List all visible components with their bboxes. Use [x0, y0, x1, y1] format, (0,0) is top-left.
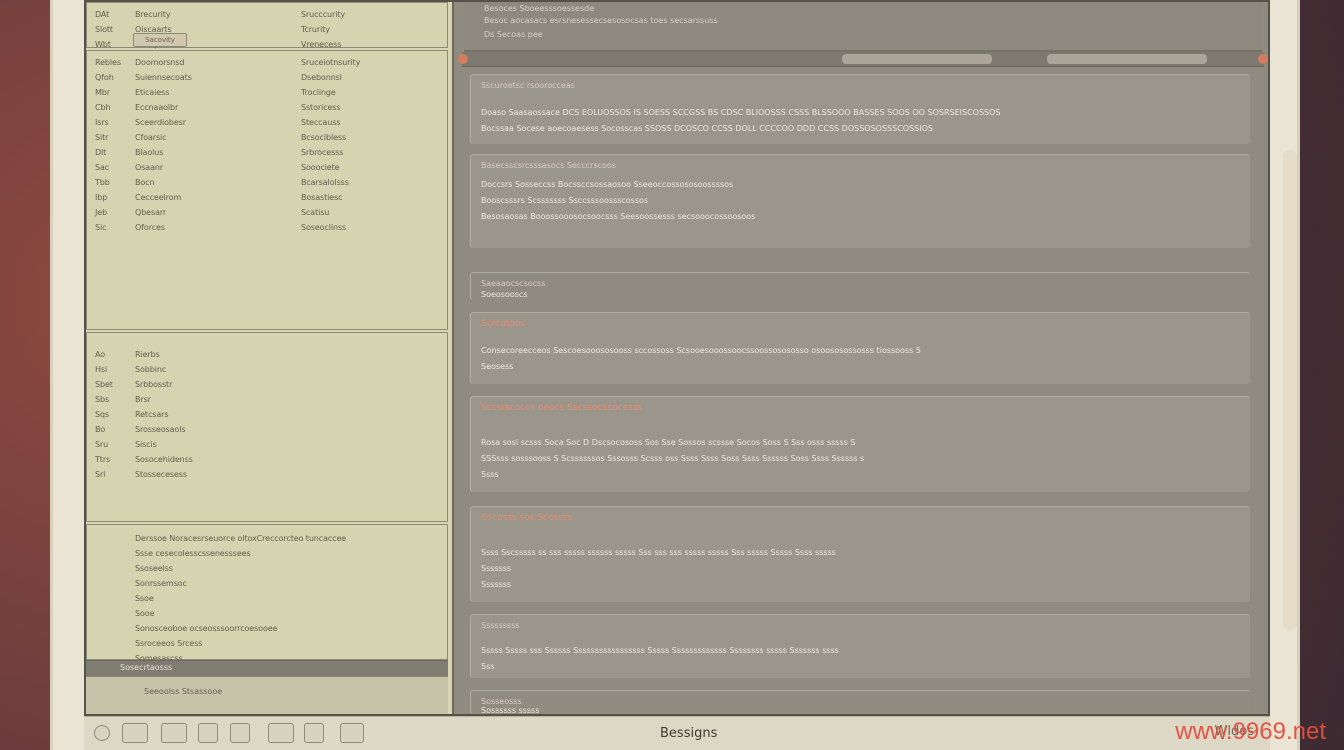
- card-3-text: Soeosooscs: [481, 290, 528, 299]
- card-6-heading: Socosss sos Scossss: [481, 513, 573, 523]
- content-area: Sscuroetsc rsoorocceas Doaso Saasaossace…: [454, 66, 1268, 714]
- app-icon[interactable]: [161, 723, 187, 743]
- monitor-icon[interactable]: [340, 723, 364, 743]
- top-info-panel: DAt Slott Wbt Brecurity Oiscaarts Cdsepc…: [86, 2, 448, 49]
- camera-icon[interactable]: [304, 723, 324, 743]
- card-1-label: Sscuroetsc rsoorocceas: [481, 81, 575, 90]
- card-5-text: Rosa sosi scsss Soca Soc D Dscsocososs S…: [481, 438, 865, 479]
- watermark: www.9969.net: [1175, 718, 1326, 745]
- content-card-3: Saeaaocscsocss Soeosooscs: [470, 272, 1250, 300]
- menu-icon[interactable]: [94, 725, 110, 741]
- close-dot-icon[interactable]: [458, 54, 468, 64]
- left-footer-strip: Seeoolss Stsassooe: [86, 676, 448, 714]
- card-2-text: Doccsrs Sosseccss Bocssccsossaosoo Sseeo…: [481, 180, 756, 221]
- content-card-8: Sosseosss Sossssss sssss: [470, 690, 1250, 714]
- card-4-heading: Scrcutoos: [481, 319, 526, 329]
- panel-2-values: Doomorsnsd Suiennsecoats Eticaiess Eccnaao…: [135, 58, 192, 232]
- panel-4-lines: Derssoe Noracesrseuorce oltoxCreccorcteo…: [135, 534, 347, 663]
- card-7-label: Sssssssss: [481, 621, 520, 630]
- leaf-icon[interactable]: [230, 723, 250, 743]
- panel-3-values: Rierbs Sobbinc Srbbosstr Brsr Retcsars Sros…: [135, 350, 193, 479]
- details-list-panel: Rebles Qfoh Mbr Cbh Isrs Sitr Dlt Sac Tbb Ibp …: [86, 50, 448, 330]
- taskbar: Bessigns Wldos: [84, 716, 1270, 750]
- card-5-heading: Sccsrscocos oeocs Sscssoossocesss: [481, 403, 643, 413]
- content-card-1: Sscuroetsc rsoorocceas Doaso Saasaossace…: [470, 74, 1250, 144]
- card-1-text: Doaso Saasaossace DCS EOLUOSSOS IS SOESS…: [481, 108, 1001, 133]
- selection-panel: ◌ Ao HsiSbetSbs SqsBoSru TtrsSrl Rierbs …: [86, 332, 448, 681]
- header-line-3: Ds Secoas pee: [484, 30, 543, 39]
- notes-panel: Derssoe Noracesrseuorce oltoxCreccorcteo…: [86, 524, 448, 663]
- content-card-6: Socosss sos Scossss Ssss Sscsssss ss sss…: [470, 506, 1250, 602]
- panel-1-button[interactable]: Sacovity: [133, 33, 187, 47]
- close-dot-right-icon[interactable]: [1258, 54, 1268, 64]
- folder-icon[interactable]: [122, 723, 148, 743]
- content-card-2: Basecsscsrcsssasocs Secccrscoos Doccsrs …: [470, 154, 1250, 248]
- tab-pill-2[interactable]: [1047, 54, 1207, 64]
- panel-1-keys: DAt Slott Wbt: [95, 10, 113, 49]
- application-window: DAt Slott Wbt Brecurity Oiscaarts Cdsepc…: [84, 0, 1270, 716]
- content-card-4: Scrcutoos Consecoreecceos Sescoesooososo…: [470, 312, 1250, 384]
- panel-2-keys: Rebles Qfoh Mbr Cbh Isrs Sitr Dlt Sac Tbb Ibp …: [95, 58, 121, 232]
- tab-pill-1[interactable]: [842, 54, 992, 64]
- left-pane: DAt Slott Wbt Brecurity Oiscaarts Cdsepc…: [86, 2, 454, 714]
- window-icon[interactable]: [268, 723, 294, 743]
- content-card-5: Sccsrscocos oeocs Sscssoossocesss Rosa s…: [470, 396, 1250, 492]
- document-icon[interactable]: [198, 723, 218, 743]
- card-2-label: Basecsscsrcsssasocs Secccrscoos: [481, 161, 616, 170]
- card-4-text: Consecoreecceos Sescoesooososooss sccoss…: [481, 346, 921, 371]
- card-7-text: Sssss Sssss sss Ssssss Sssssssssssssssss…: [481, 646, 839, 671]
- monitor-side-bar: [1283, 150, 1297, 630]
- main-panel: Besoces Sboeesssoessesde Besoc aocasacs …: [454, 2, 1268, 714]
- taskbar-label: Bessigns: [660, 726, 718, 741]
- content-card-7: Sssssssss Sssss Sssss sss Ssssss Sssssss…: [470, 614, 1250, 678]
- left-status-text: Sosecrtaosss: [120, 663, 173, 672]
- panel-3-keys: Ao Hsi Sbet Sbs Sqs Bo Sru Ttrs Srl: [95, 350, 113, 479]
- left-status-strip: Sosecrtaosss: [86, 660, 448, 677]
- panel-1-values-right: Srucccurity Tcrurity Vrenecess: [301, 10, 345, 49]
- tab-strip[interactable]: [458, 52, 1268, 67]
- left-footer-text: Seeoolss Stsassooe: [144, 687, 223, 696]
- card-8-text: Sossssss sssss: [481, 706, 540, 715]
- panel-2-values-right: Sruceiotnsurity Dsebonnsl Trociinge Sstori…: [301, 58, 361, 232]
- header-line-2: Besoc aocasacs esrsnesessecsesosocsas to…: [484, 16, 718, 25]
- card-6-text: Ssss Sscsssss ss sss sssss ssssss sssss …: [481, 548, 836, 589]
- header-line-1: Besoces Sboeesssoessesde: [484, 4, 595, 13]
- top-header: Besoces Sboeesssoessesde Besoc aocasacs …: [464, 2, 1262, 52]
